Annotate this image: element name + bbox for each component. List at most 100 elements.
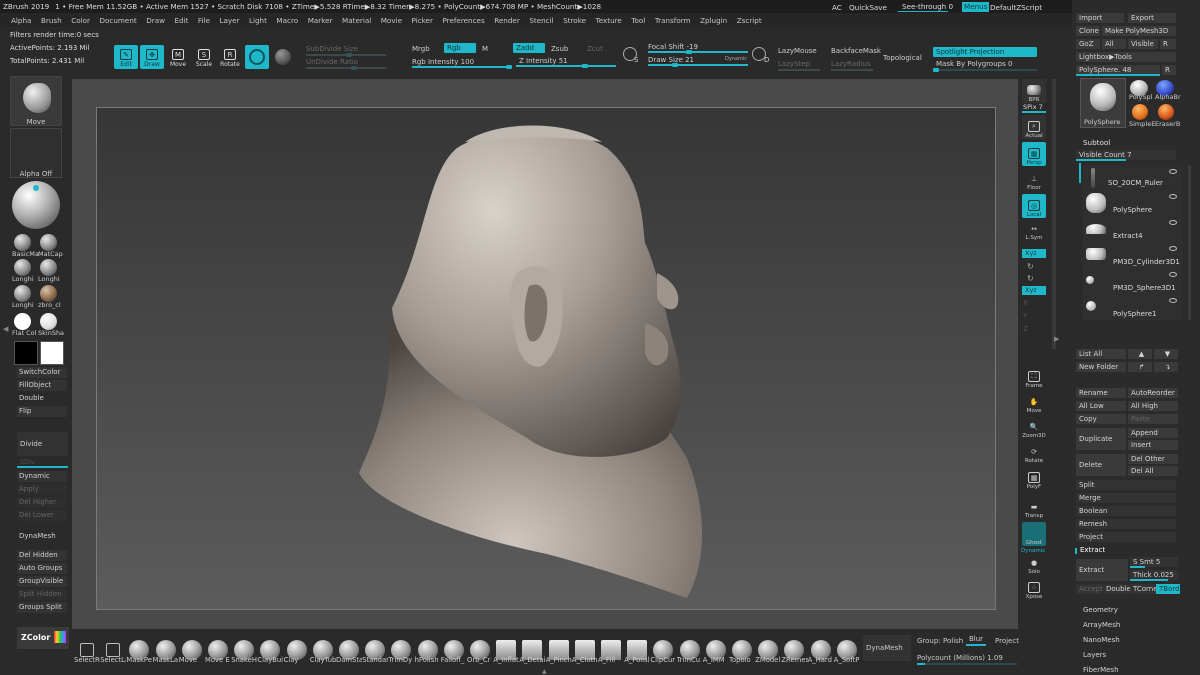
lsym-button[interactable]: ↔ L.Sym bbox=[1022, 219, 1046, 242]
tool-thumbnail-main[interactable]: PolySphere bbox=[1080, 78, 1126, 128]
eye-icon[interactable] bbox=[1169, 246, 1177, 251]
insert-button[interactable]: Insert bbox=[1128, 440, 1178, 450]
split-hidden-button[interactable]: Split Hidden bbox=[17, 589, 67, 600]
material-icon[interactable] bbox=[275, 49, 291, 65]
dynamesh-button[interactable]: DynaMesh bbox=[17, 531, 67, 542]
goz-button[interactable]: GoZ bbox=[1076, 39, 1100, 49]
z-intensity[interactable]: Z Intensity 51 bbox=[519, 57, 568, 65]
zsub-toggle[interactable]: Zsub bbox=[551, 45, 568, 53]
spix-slider[interactable]: SPix 7 bbox=[1023, 103, 1043, 111]
solo-button[interactable]: ● Solo bbox=[1022, 551, 1046, 576]
quicksave-button[interactable]: QuickSave bbox=[849, 3, 887, 12]
project-toggle[interactable]: Project bbox=[995, 637, 1019, 645]
frame-button[interactable]: ⛶ Frame bbox=[1022, 365, 1046, 389]
subtool-item-sphere[interactable]: PM3D_Sphere3D1 bbox=[1083, 268, 1183, 294]
xpose-button[interactable]: ⁘ Xpose bbox=[1022, 576, 1046, 600]
lazystep-slider[interactable]: LazyStep bbox=[778, 60, 810, 68]
rotate-sym-icon-2[interactable]: ↻ bbox=[1027, 274, 1034, 283]
longhi-icon-3[interactable] bbox=[14, 285, 31, 302]
lightbox-tools-button[interactable]: Lightbox▶Tools bbox=[1076, 52, 1176, 62]
menu-stencil[interactable]: Stencil bbox=[529, 16, 553, 25]
matcap-icon[interactable] bbox=[40, 234, 57, 251]
arrow-right-icon[interactable]: ↱ bbox=[1128, 362, 1152, 372]
ghost-button[interactable]: Ghost bbox=[1022, 522, 1046, 546]
del-other-button[interactable]: Del Other bbox=[1128, 454, 1178, 464]
auto-groups-button[interactable]: Auto Groups bbox=[17, 563, 67, 574]
polish-toggle[interactable]: Polish bbox=[943, 637, 963, 645]
matcap-basic-icon[interactable] bbox=[14, 234, 31, 251]
polyf-button[interactable]: ▦ PolyF bbox=[1022, 466, 1046, 490]
menu-brush[interactable]: Brush bbox=[41, 16, 62, 25]
menu-layer[interactable]: Layer bbox=[219, 16, 239, 25]
rotate-button[interactable]: R Rotate bbox=[218, 45, 242, 69]
extract-section[interactable]: Extract bbox=[1077, 545, 1177, 555]
menu-light[interactable]: Light bbox=[249, 16, 267, 25]
menus-toggle[interactable]: Menus bbox=[962, 2, 990, 12]
menu-zplugin[interactable]: Zplugin bbox=[700, 16, 727, 25]
scale-button[interactable]: S Scale bbox=[192, 45, 216, 69]
material-sphere-icon[interactable] bbox=[12, 181, 60, 229]
subtool-item-ruler[interactable]: SO_20CM_Ruler bbox=[1083, 165, 1183, 189]
subtool-scrollbar[interactable] bbox=[1188, 165, 1191, 320]
del-higher-button[interactable]: Del Higher bbox=[17, 497, 67, 508]
tborder-toggle[interactable]: TBorde bbox=[1156, 584, 1184, 594]
merge-section[interactable]: Merge bbox=[1076, 493, 1176, 503]
actual-button[interactable]: ⌕ Actual bbox=[1022, 115, 1046, 139]
rename-button[interactable]: Rename bbox=[1076, 388, 1126, 398]
double-toggle[interactable]: Double bbox=[17, 393, 67, 404]
sdiv-slider[interactable]: SDiv bbox=[20, 458, 35, 466]
zbro-clay-icon[interactable] bbox=[40, 285, 57, 302]
auto-reorder-button[interactable]: AutoReorder bbox=[1128, 388, 1178, 398]
lazyradius-slider[interactable]: LazyRadius bbox=[831, 60, 870, 68]
rgb-toggle[interactable]: Rgb bbox=[444, 43, 476, 53]
list-all-button[interactable]: List All bbox=[1076, 349, 1126, 359]
default-zscript[interactable]: DefaultZScript bbox=[990, 3, 1042, 12]
menu-draw[interactable]: Draw bbox=[146, 16, 165, 25]
lazymouse-toggle[interactable]: LazyMouse bbox=[778, 47, 817, 55]
fibermesh-section[interactable]: FiberMesh bbox=[1080, 665, 1176, 675]
zadd-brush-button[interactable] bbox=[245, 45, 269, 69]
menu-material[interactable]: Material bbox=[342, 16, 371, 25]
menu-file[interactable]: File bbox=[198, 16, 210, 25]
divide-button[interactable]: Divide bbox=[17, 432, 68, 456]
groups-split-button[interactable]: Groups Split bbox=[17, 602, 67, 613]
all-low-button[interactable]: All Low bbox=[1076, 401, 1126, 411]
local-button[interactable]: ◎ Local bbox=[1022, 194, 1046, 218]
undivide-ratio[interactable]: UnDivide Ratio bbox=[306, 58, 358, 66]
x-axis-toggle[interactable]: X bbox=[1023, 299, 1028, 307]
subtool-section[interactable]: Subtool bbox=[1080, 138, 1170, 148]
goz-r-button[interactable]: R bbox=[1160, 39, 1176, 49]
eye-icon[interactable] bbox=[1169, 194, 1177, 199]
sculpt-model[interactable] bbox=[97, 108, 997, 611]
menu-preferences[interactable]: Preferences bbox=[442, 16, 484, 25]
subtool-scroll-indicator[interactable] bbox=[1079, 163, 1081, 183]
z-axis-toggle[interactable]: Z bbox=[1023, 325, 1028, 333]
blur-slider[interactable]: Blur bbox=[969, 635, 983, 643]
right-collapse-icon[interactable]: ▶ bbox=[1054, 335, 1059, 343]
all-high-button[interactable]: All High bbox=[1128, 401, 1178, 411]
menu-zscript[interactable]: Zscript bbox=[737, 16, 762, 25]
menu-picker[interactable]: Picker bbox=[412, 16, 433, 25]
document-canvas[interactable] bbox=[96, 107, 996, 610]
new-folder-button[interactable]: New Folder bbox=[1076, 362, 1126, 372]
menu-texture[interactable]: Texture bbox=[596, 16, 622, 25]
bpr-button[interactable]: BPR bbox=[1022, 79, 1046, 103]
zcolor-button[interactable]: ZColor bbox=[17, 627, 69, 649]
paste-button[interactable]: Paste bbox=[1128, 414, 1178, 424]
subtool-item-extract4[interactable]: Extract4 bbox=[1083, 216, 1183, 242]
menu-movie[interactable]: Movie bbox=[381, 16, 402, 25]
duplicate-button[interactable]: Duplicate bbox=[1076, 428, 1126, 450]
arraymesh-section[interactable]: ArrayMesh bbox=[1080, 620, 1176, 630]
copy-button[interactable]: Copy bbox=[1076, 414, 1126, 424]
right-shelf-scrollbar[interactable] bbox=[1052, 79, 1056, 349]
subdivide-size[interactable]: SubDivide Size bbox=[306, 45, 358, 53]
delete-button[interactable]: Delete bbox=[1076, 454, 1126, 476]
make-polymesh-button[interactable]: Make PolyMesh3D bbox=[1102, 26, 1176, 36]
skin-shade-icon[interactable] bbox=[40, 313, 57, 330]
menu-color[interactable]: Color bbox=[71, 16, 90, 25]
clone-button[interactable]: Clone bbox=[1076, 26, 1100, 36]
rgb-intensity[interactable]: Rgb Intensity 100 bbox=[412, 58, 474, 66]
import-button[interactable]: Import bbox=[1076, 13, 1124, 23]
topological-toggle[interactable]: Topological bbox=[883, 54, 922, 62]
double-extract-toggle[interactable]: Double bbox=[1103, 584, 1131, 594]
